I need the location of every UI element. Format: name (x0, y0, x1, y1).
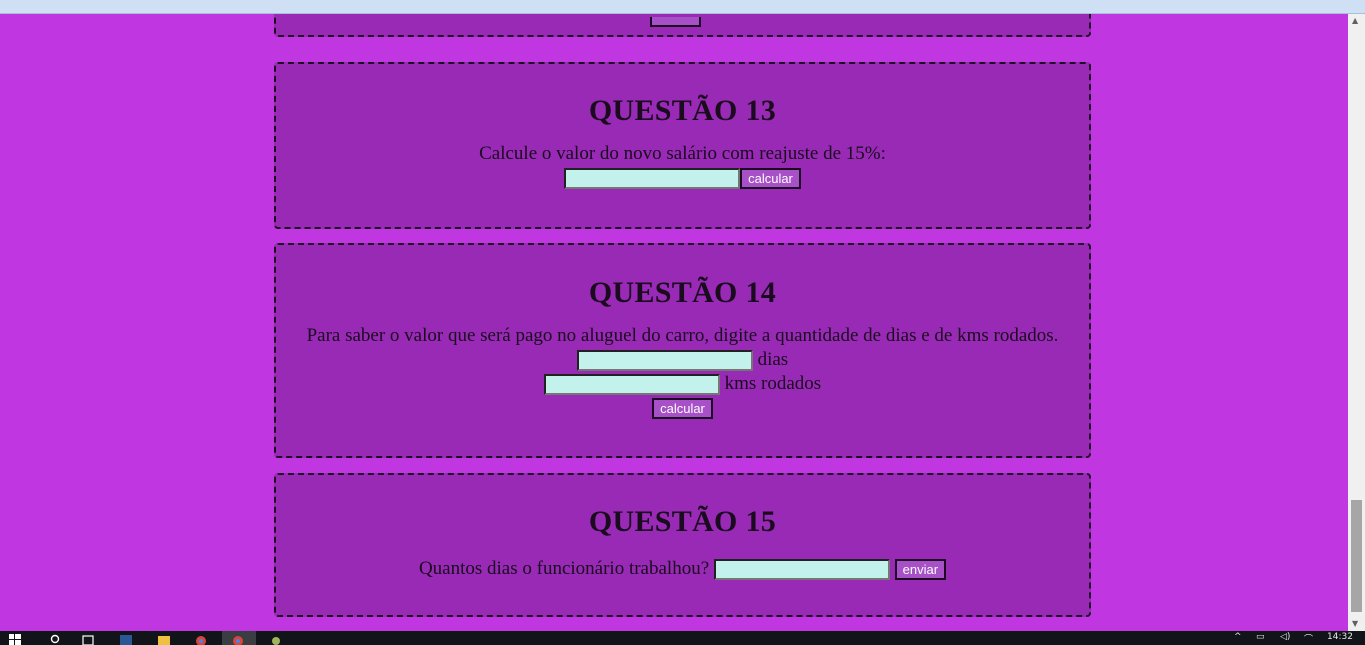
q12-submit-button[interactable] (650, 17, 701, 27)
scroll-up-arrow-icon[interactable]: ▲ (1352, 16, 1358, 25)
page-viewport: QUESTÃO 13 Calcule o valor do novo salár… (0, 14, 1348, 631)
q14-kms-input[interactable] (543, 374, 720, 396)
q13-prompt: Calcule o valor do novo salário com reaj… (479, 143, 886, 164)
q14-calculate-button[interactable]: calcular (652, 398, 713, 420)
q15-send-button[interactable]: enviar (894, 559, 947, 581)
q13-salary-input[interactable] (564, 168, 741, 190)
question-13-box: QUESTÃO 13 Calcule o valor do novo salár… (274, 62, 1091, 229)
question-12-box (274, 14, 1091, 37)
q13-input-row: calcular (276, 166, 1089, 190)
windows-start-icon[interactable] (9, 634, 21, 645)
task-view-icon[interactable] (82, 634, 94, 645)
word-app-icon[interactable] (120, 634, 132, 645)
q15-days-worked-input[interactable] (713, 559, 890, 581)
q13-title: QUESTÃO 13 (588, 94, 777, 127)
q14-dias-input[interactable] (576, 350, 753, 372)
question-14-box: QUESTÃO 14 Para saber o valor que será p… (274, 243, 1091, 458)
network-icon[interactable]: ▭ (1256, 632, 1265, 642)
q14-kms-label: kms rodados (724, 373, 822, 394)
chrome-icon[interactable] (195, 634, 207, 645)
q14-kms-row: kms rodados (276, 372, 1089, 396)
q14-button-row: calcular (276, 396, 1089, 420)
windows-taskbar: ^ ▭ ◁) ⌒ 14:32 (0, 631, 1365, 645)
search-icon[interactable] (50, 634, 62, 645)
app-pin-icon[interactable] (270, 634, 282, 645)
q15-prompt: Quantos dias o funcionário trabalhou? (418, 558, 710, 579)
taskbar-clock[interactable]: 14:32 (1327, 632, 1353, 642)
browser-bookmarks-bar (0, 0, 1365, 14)
q14-prompt: Para saber o valor que será pago no alug… (306, 325, 1059, 346)
q15-input-row: Quantos dias o funcionário trabalhou? en… (276, 557, 1089, 581)
scrollbar-thumb[interactable] (1351, 500, 1362, 612)
tray-chevron-icon[interactable]: ^ (1234, 632, 1242, 642)
question-15-box: QUESTÃO 15 Quantos dias o funcionário tr… (274, 473, 1091, 617)
q14-title: QUESTÃO 14 (588, 276, 777, 309)
chrome-active-icon[interactable] (232, 634, 244, 645)
q14-dias-label: dias (757, 349, 789, 370)
file-explorer-icon[interactable] (158, 634, 170, 645)
vertical-scrollbar[interactable]: ▲ ▼ (1348, 14, 1365, 631)
scroll-down-arrow-icon[interactable]: ▼ (1352, 619, 1358, 628)
q15-title: QUESTÃO 15 (588, 505, 777, 538)
volume-icon[interactable]: ◁) (1280, 632, 1290, 642)
wifi-icon[interactable]: ⌒ (1304, 632, 1313, 645)
q13-calculate-button[interactable]: calcular (740, 168, 801, 190)
q14-dias-row: dias (276, 348, 1089, 372)
